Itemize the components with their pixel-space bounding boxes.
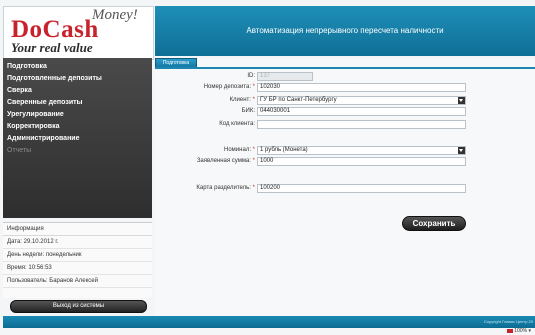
client-code-label: Код клиента: [219, 121, 255, 127]
footer-bar: Copyright Главис Центр 20 [3, 316, 535, 328]
bik-label: БИК: [241, 108, 255, 114]
id-field: 137 [257, 72, 313, 81]
info-time: Время: 10:56:53 [3, 262, 152, 275]
separator-card-field[interactable]: 100200 [257, 184, 466, 193]
declared-sum-label: Заявленная сумма: * [196, 158, 255, 164]
form-row-separator-card: Карта разделитель: * 100200 [155, 184, 535, 193]
form-row-bik: БИК: 044030001 [155, 107, 535, 116]
client-label: Клиент: * [229, 97, 255, 103]
logout-button[interactable]: Выход из системы [10, 300, 147, 313]
zoom-icon [507, 328, 514, 333]
zoom-value: 100% [514, 328, 528, 334]
logo-money-text: Money! [92, 7, 138, 23]
sidebar-item-settlement[interactable]: Урегулирование [3, 109, 152, 121]
sidebar-item-reconciled-deposits[interactable]: Сверенные депозиты [3, 97, 152, 109]
info-user: Пользователь: Баранов Алексей [3, 275, 152, 288]
info-panel: Информация Дата: 29.10.2012 г. День неде… [3, 222, 152, 298]
sidebar-item-correction[interactable]: Корректировка [3, 121, 152, 133]
deposit-number-field[interactable]: 102030 [257, 83, 466, 92]
chevron-down-icon[interactable] [458, 147, 465, 154]
separator-card-label: Карта разделитель: * [196, 185, 255, 191]
sidebar-item-administration[interactable]: Администрирование [3, 133, 152, 145]
sidebar-item-preparation[interactable]: Подготовка [3, 61, 152, 73]
logo-tagline: Your real value [11, 40, 93, 55]
tab-underline [155, 67, 535, 69]
denomination-select-value: 1 рубль (Монета) [260, 147, 308, 153]
info-weekday: День недели: понедельник [3, 249, 152, 262]
client-select-value: ГУ БР по Санкт-Петербургу [260, 97, 337, 103]
main-panel: Подготовка ID: 137 Номер депозита: * 102… [155, 58, 535, 318]
app-window: DoCash Money! Your real value Автоматиза… [0, 0, 535, 335]
denomination-select[interactable]: 1 рубль (Монета) [257, 146, 466, 155]
denomination-label: Номинал: * [224, 147, 255, 153]
form-row-deposit-number: Номер депозита: * 102030 [155, 83, 535, 92]
sidebar-item-reports[interactable]: Отчеты [3, 145, 152, 157]
client-select[interactable]: ГУ БР по Санкт-Петербургу [257, 96, 466, 105]
logo: DoCash Money! Your real value [3, 6, 154, 60]
declared-sum-field[interactable]: 1000 [257, 157, 466, 166]
copyright-text: Copyright Главис Центр 20 [483, 319, 533, 324]
header-title: Автоматизация непрерывного пересчета нал… [246, 26, 444, 35]
form-row-denomination: Номинал: * 1 рубль (Монета) [155, 146, 535, 155]
deposit-number-label: Номер депозита: * [203, 84, 255, 90]
info-heading: Информация [3, 223, 152, 236]
header-bar: Автоматизация непрерывного пересчета нал… [155, 6, 535, 56]
form-row-declared-sum: Заявленная сумма: * 1000 [155, 157, 535, 166]
form-row-client-code: Код клиента: [155, 120, 535, 129]
bik-field[interactable]: 044030001 [257, 107, 466, 116]
info-date: Дата: 29.10.2012 г. [3, 236, 152, 249]
save-button[interactable]: Сохранить [402, 216, 466, 231]
zoom-indicator[interactable]: 100% ▾ [507, 328, 531, 334]
id-label: ID: [247, 73, 255, 79]
sidebar-item-reconciliation[interactable]: Сверка [3, 85, 152, 97]
chevron-down-icon[interactable] [458, 97, 465, 104]
sidebar: Подготовка Подготовленные депозиты Сверк… [3, 58, 152, 218]
sidebar-item-prepared-deposits[interactable]: Подготовленные депозиты [3, 73, 152, 85]
form-row-client: Клиент: * ГУ БР по Санкт-Петербургу [155, 96, 535, 105]
client-code-field[interactable] [257, 120, 466, 129]
form-row-id: ID: 137 [155, 72, 535, 81]
